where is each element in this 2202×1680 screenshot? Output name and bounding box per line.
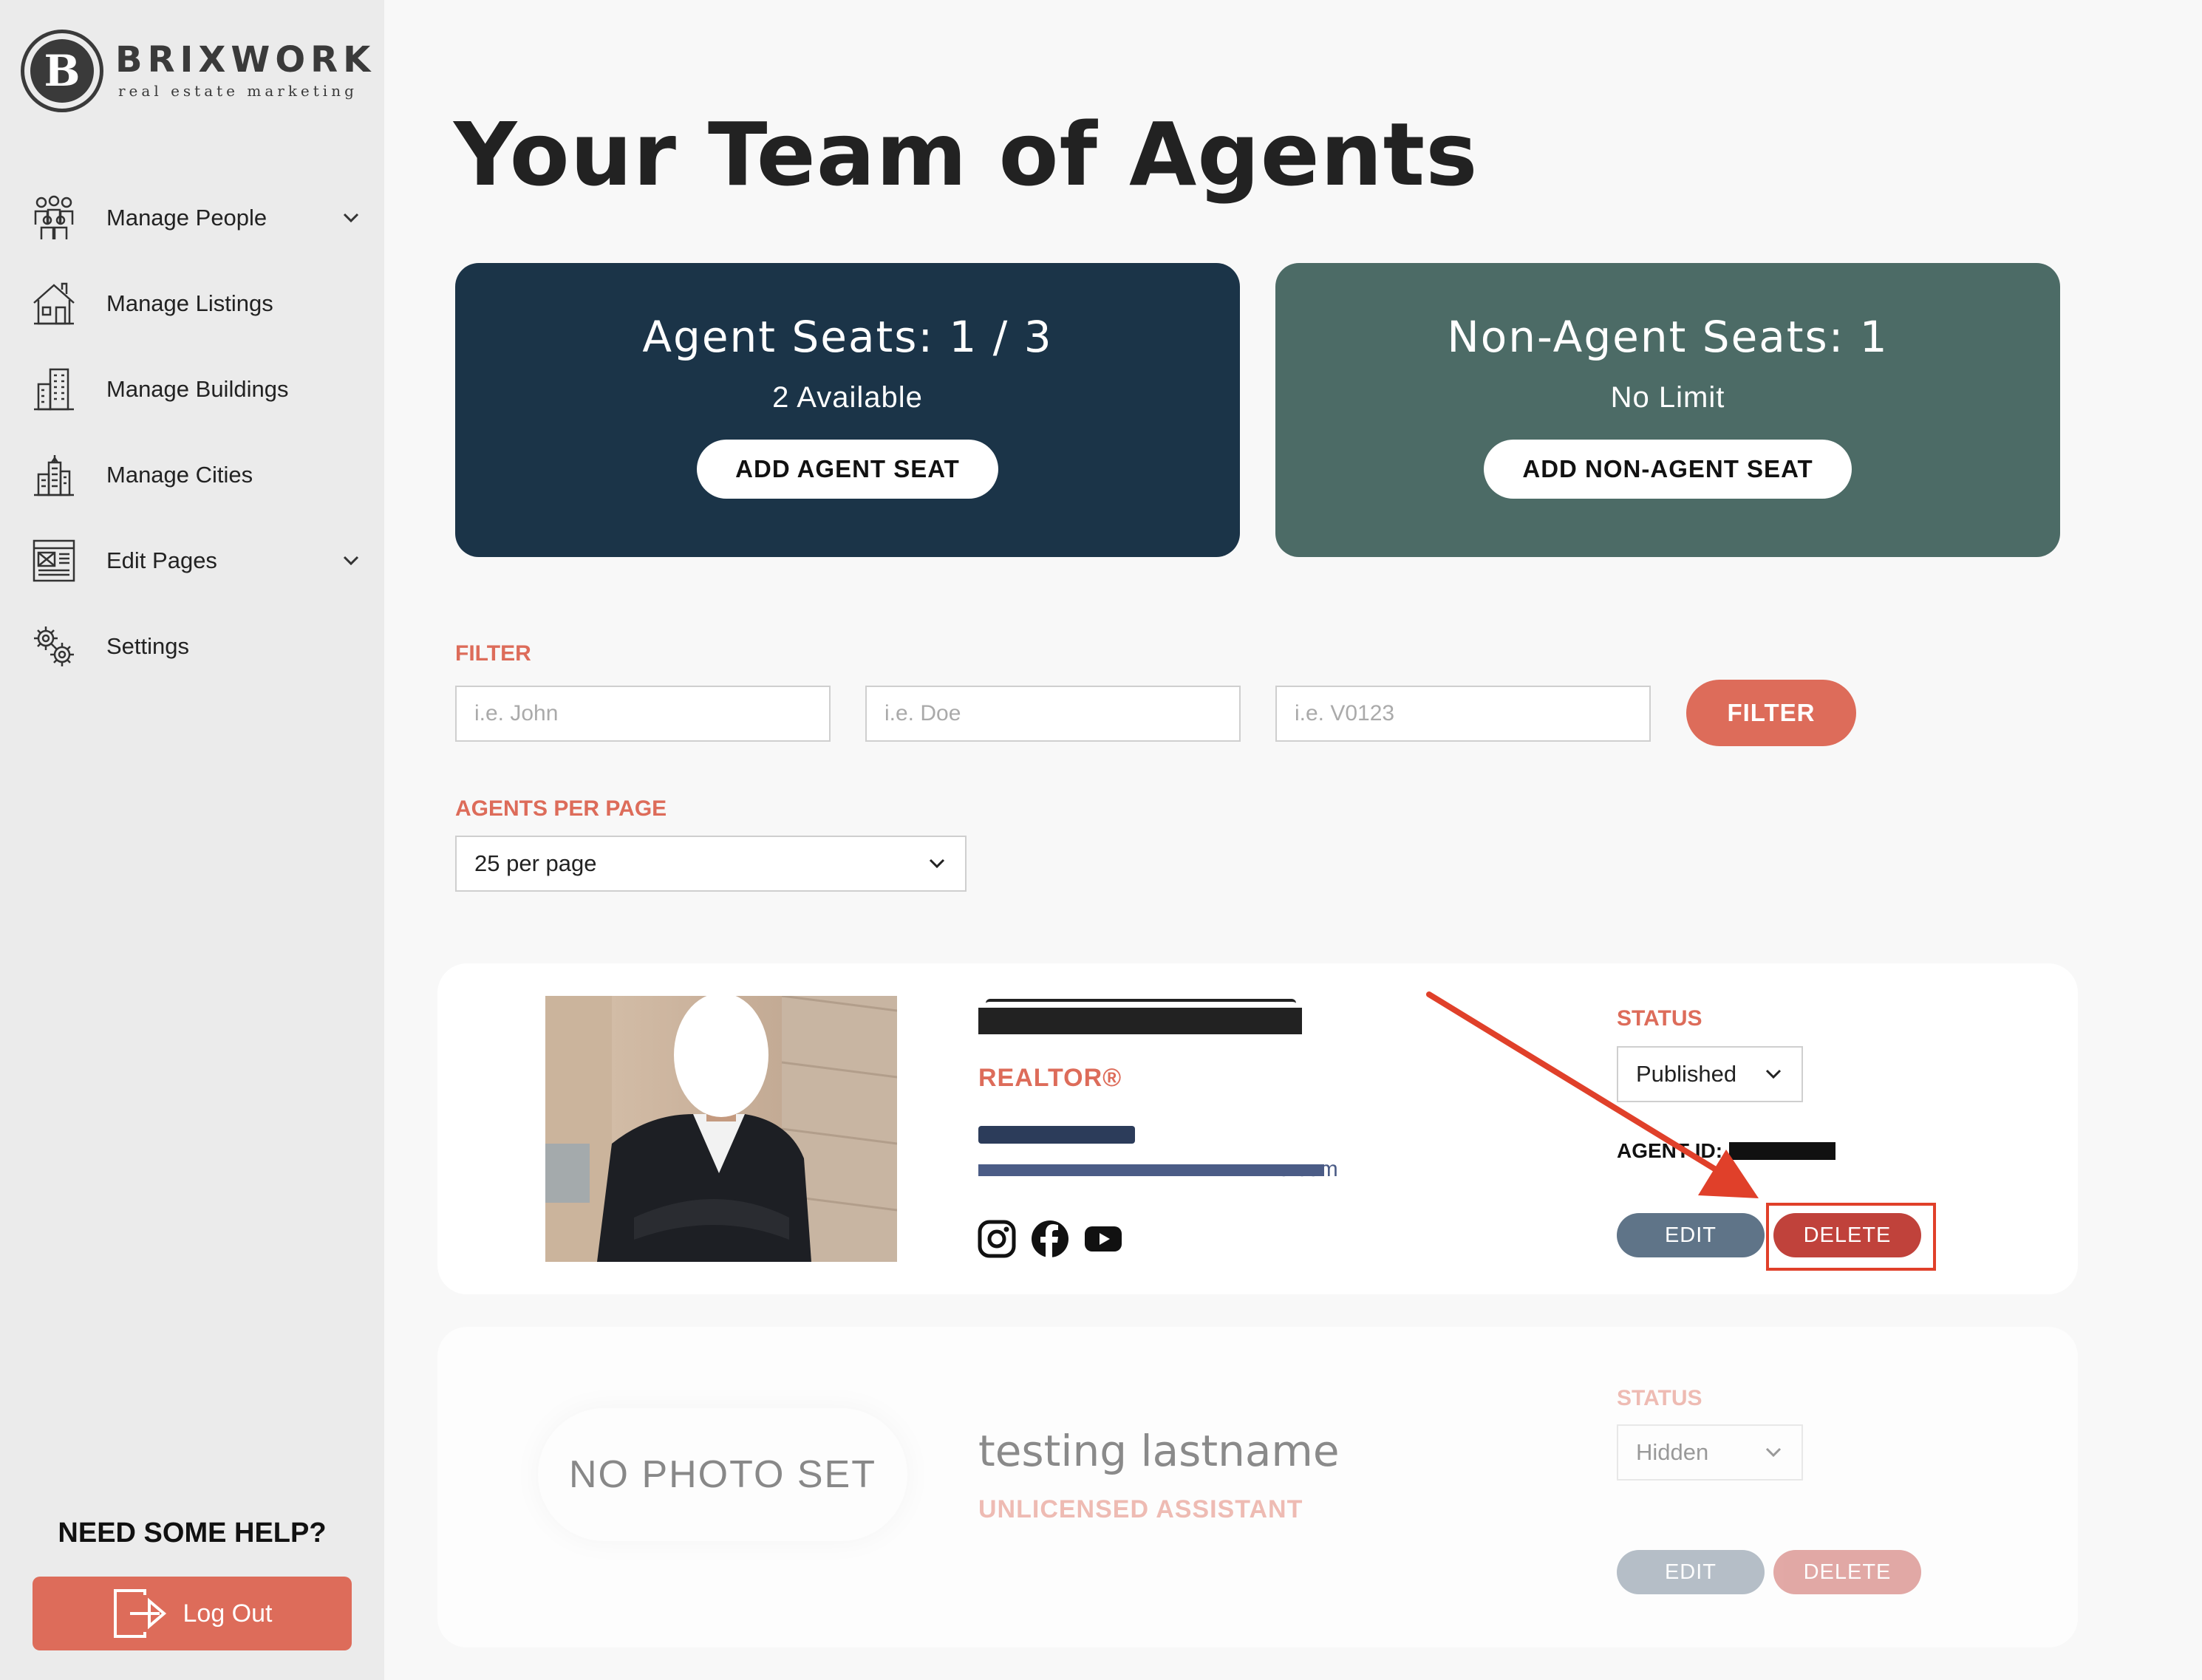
agents-per-page-value: 25 per page [474, 850, 597, 876]
agent-phone-redacted [978, 1126, 1135, 1144]
facebook-icon[interactable] [1030, 1219, 1070, 1259]
edit-agent-button[interactable]: EDIT [1617, 1550, 1765, 1594]
status-label: STATUS [1617, 1006, 1702, 1031]
agent-role: REALTOR® [978, 1064, 1122, 1092]
chevron-down-icon [1765, 1069, 1782, 1079]
last-name-filter-input[interactable]: i.e. Doe [865, 686, 1241, 742]
sidebar-item-settings[interactable]: Settings [30, 613, 362, 680]
filter-button[interactable]: FILTER [1686, 680, 1856, 746]
agent-id-filter-input[interactable]: i.e. V0123 [1275, 686, 1651, 742]
city-icon [30, 451, 78, 499]
sidebar-item-edit-pages[interactable]: Edit Pages [30, 527, 362, 594]
agent-seats-card: Agent Seats: 1 / 3 2 Available ADD AGENT… [455, 263, 1240, 557]
sidebar-item-manage-cities[interactable]: Manage Cities [30, 442, 362, 508]
agents-per-page-label: AGENTS PER PAGE [455, 796, 667, 821]
agent-photo [545, 996, 897, 1262]
sidebar-item-label: Manage Listings [106, 290, 273, 316]
sidebar-item-label: Manage Buildings [106, 376, 289, 402]
agent-name-redacted-top [986, 999, 1296, 1014]
agents-per-page-select[interactable]: 25 per page [455, 836, 967, 892]
sidebar-item-manage-people[interactable]: Manage People [30, 185, 362, 251]
status-value: Published [1636, 1061, 1737, 1087]
agent-id-label: AGENT ID: [1617, 1139, 1723, 1162]
edit-agent-button[interactable]: EDIT [1617, 1213, 1765, 1257]
sidebar-item-manage-buildings[interactable]: Manage Buildings [30, 356, 362, 423]
logout-label: Log Out [183, 1599, 273, 1628]
agent-role: UNLICENSED ASSISTANT [978, 1495, 1303, 1523]
status-value: Hidden [1636, 1439, 1709, 1465]
chevron-down-icon [929, 858, 945, 869]
brand-logo[interactable]: B BRIXWORK real estate marketing [21, 30, 375, 112]
help-title: NEED SOME HELP? [58, 1517, 327, 1548]
instagram-icon[interactable] [977, 1219, 1017, 1259]
logout-button[interactable]: Log Out [33, 1577, 352, 1650]
status-select[interactable]: Hidden [1617, 1424, 1803, 1481]
logout-icon [113, 1589, 166, 1638]
sidebar-item-label: Manage Cities [106, 462, 253, 488]
building-icon [30, 365, 78, 414]
chevron-down-icon [1765, 1447, 1782, 1458]
no-photo-placeholder: NO PHOTO SET [538, 1408, 907, 1541]
page-layout-icon [30, 536, 78, 585]
sidebar-item-label: Settings [106, 633, 190, 659]
people-icon [30, 194, 78, 242]
chevron-down-icon[interactable] [340, 207, 362, 229]
brand-tagline: real estate marketing [118, 82, 358, 100]
delete-agent-button[interactable]: DELETE [1773, 1550, 1921, 1594]
filter-label: FILTER [455, 641, 531, 666]
non-agent-seats-card: Non-Agent Seats: 1 No Limit ADD NON-AGEN… [1275, 263, 2060, 557]
logo-letter: B [30, 39, 94, 103]
annotation-highlight-box [1766, 1203, 1936, 1271]
status-label: STATUS [1617, 1386, 1702, 1410]
logo-mark: B [21, 30, 103, 112]
chevron-down-icon[interactable] [340, 550, 362, 572]
add-non-agent-seat-button[interactable]: ADD NON-AGENT SEAT [1484, 440, 1852, 499]
agent-email-redacted [978, 1164, 1324, 1176]
add-agent-seat-button[interactable]: ADD AGENT SEAT [697, 440, 998, 499]
agent-seats-available: 2 Available [772, 381, 923, 414]
brand-name: BRIXWORK [115, 39, 376, 81]
first-name-filter-input[interactable]: i.e. John [455, 686, 831, 742]
house-icon [30, 279, 78, 328]
gears-icon [30, 622, 78, 671]
non-agent-seats-title: Non-Agent Seats: 1 [1447, 312, 1889, 362]
non-agent-seats-limit: No Limit [1610, 381, 1725, 414]
agent-name: testing lastname [978, 1426, 1340, 1476]
status-select[interactable]: Published [1617, 1046, 1803, 1102]
youtube-icon[interactable] [1083, 1219, 1123, 1259]
page-title: Your Team of Agents [454, 103, 1479, 205]
agent-seats-title: Agent Seats: 1 / 3 [642, 312, 1053, 362]
sidebar-item-manage-listings[interactable]: Manage Listings [30, 270, 362, 337]
agent-id-redacted [1729, 1142, 1835, 1160]
sidebar: B BRIXWORK real estate marketing Manage … [0, 0, 384, 1680]
sidebar-item-label: Manage People [106, 205, 267, 231]
sidebar-item-label: Edit Pages [106, 547, 217, 573]
